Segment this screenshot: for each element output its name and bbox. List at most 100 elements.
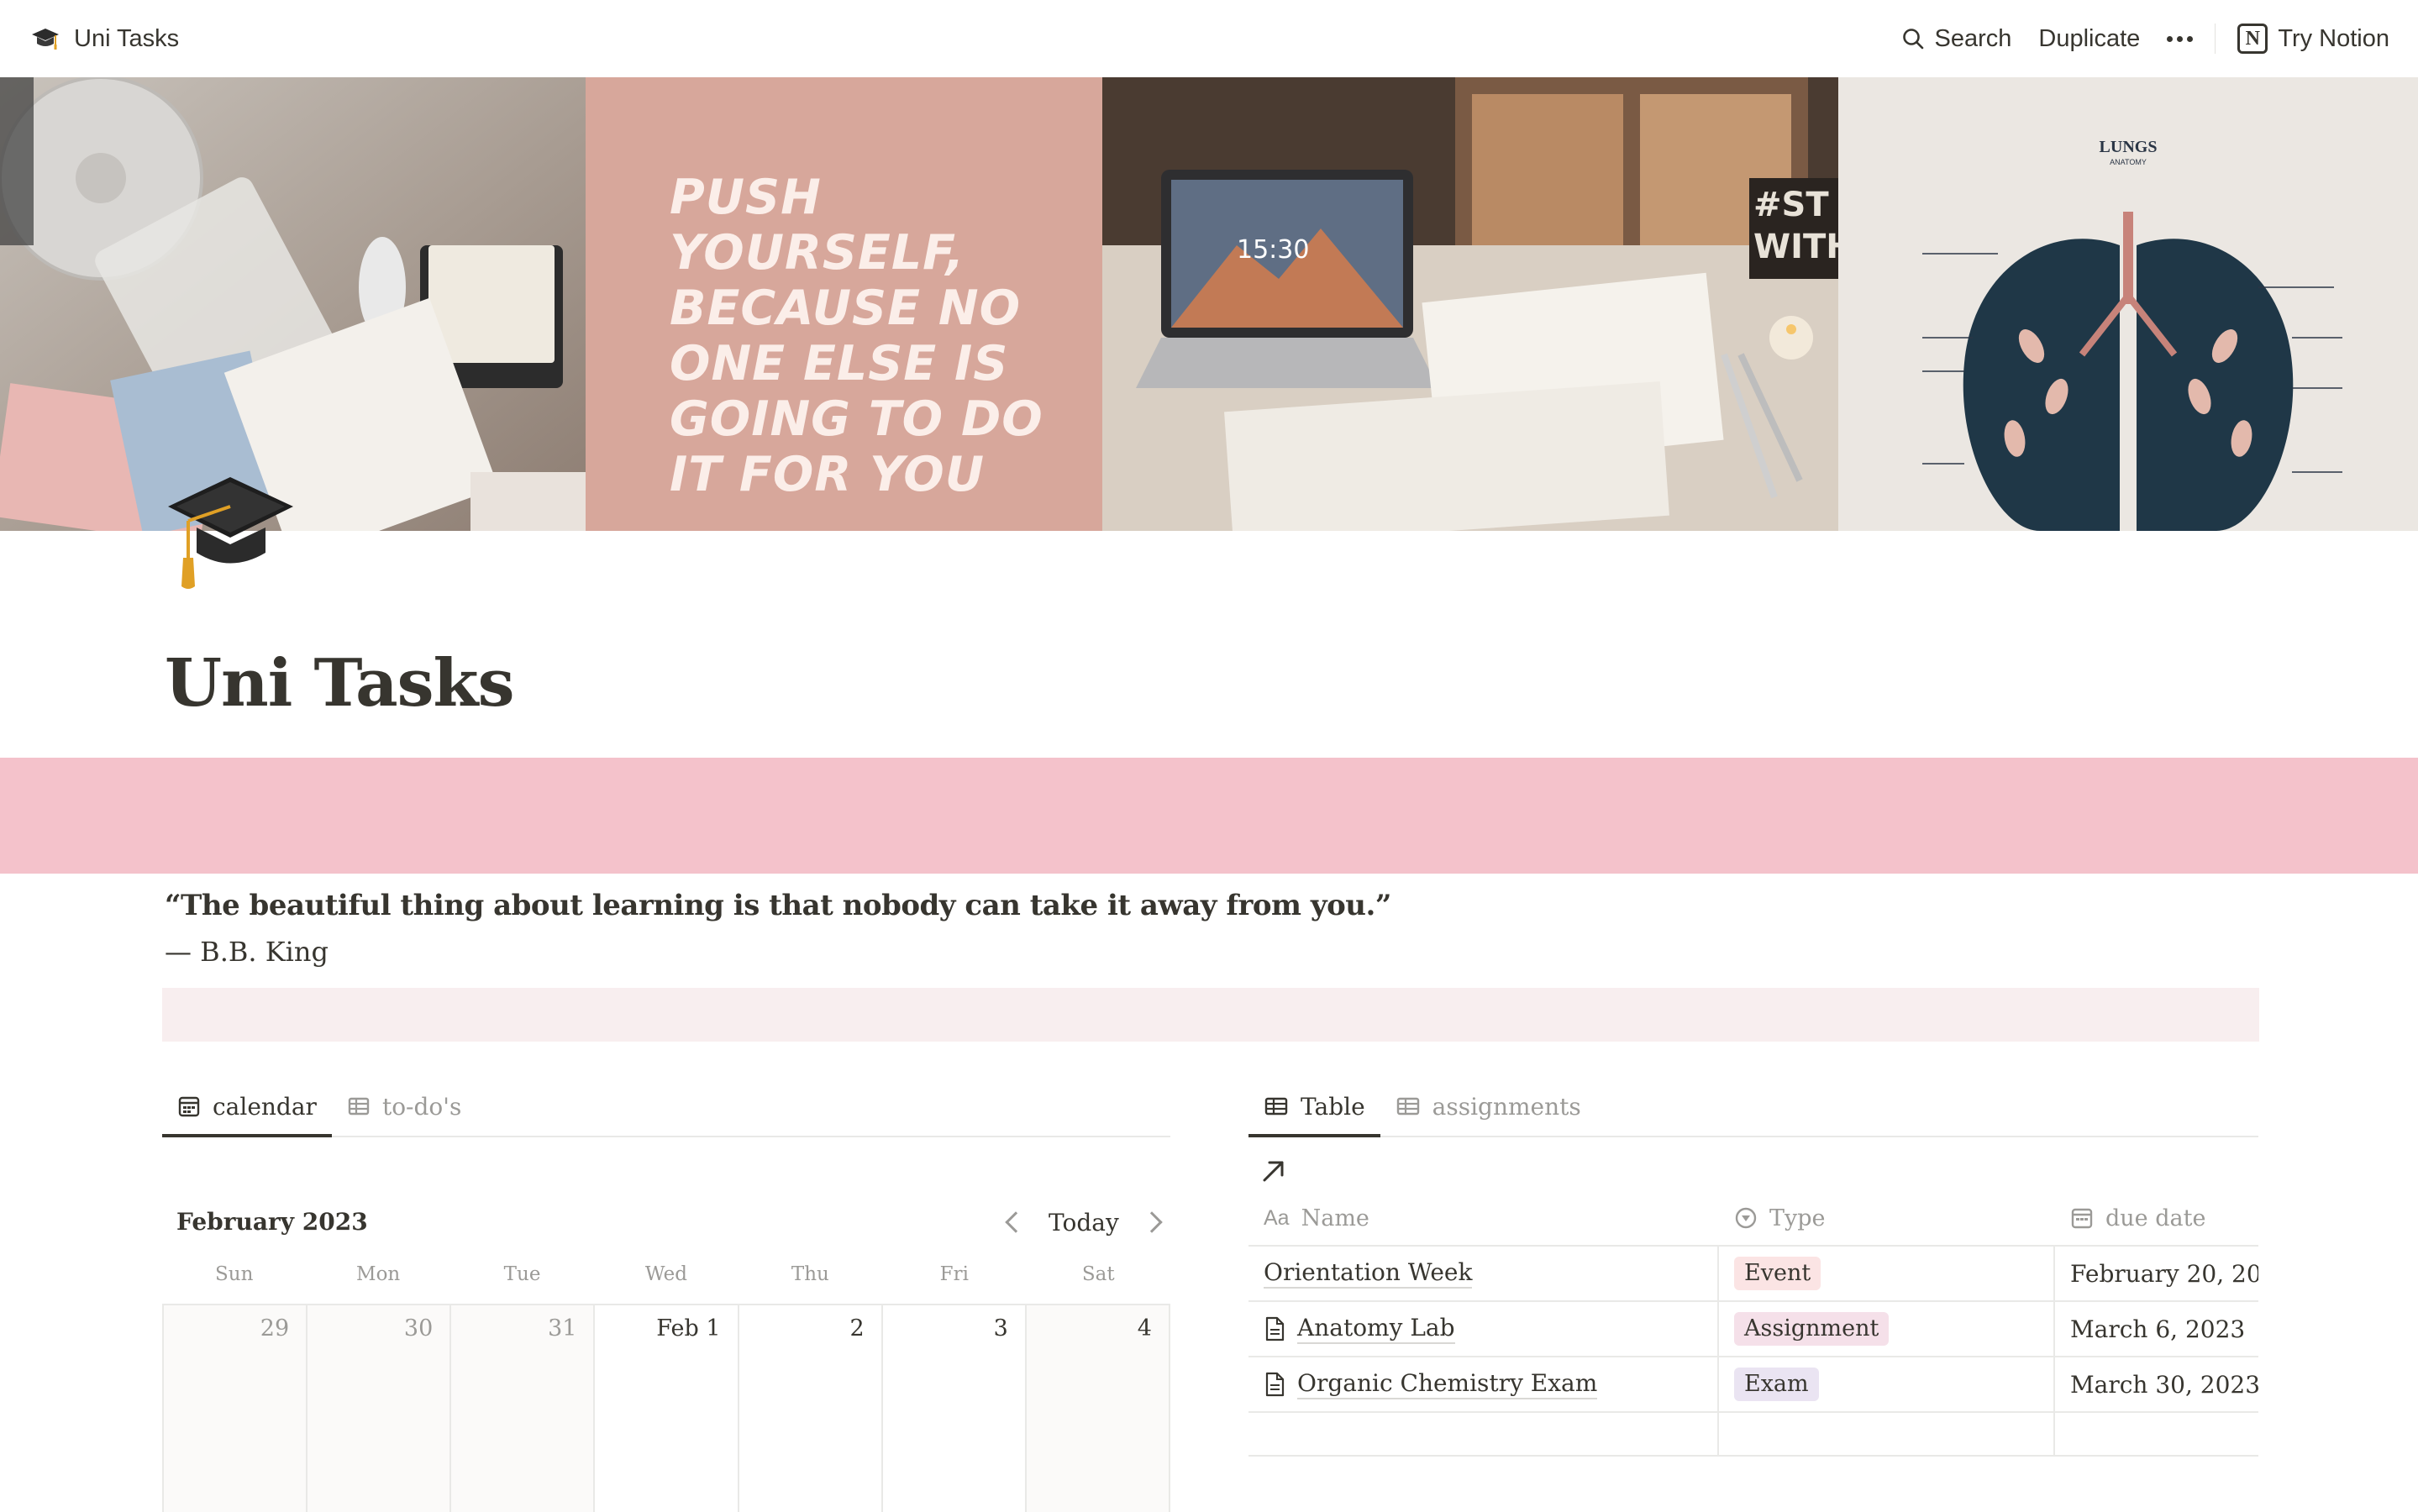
quote-text: “The beautiful thing about learning is t…: [165, 889, 1391, 922]
calendar-icon: [2071, 1208, 2093, 1229]
type-tag: Assignment: [1734, 1312, 1890, 1346]
cell-name[interactable]: Orientation Week: [1248, 1247, 1719, 1300]
row-due-date: March 6, 2023: [2070, 1315, 2246, 1343]
page-title: Uni Tasks: [165, 645, 515, 722]
row-due-date: February 20, 2023: [2070, 1259, 2258, 1288]
tab-assignments[interactable]: assignments: [1380, 1077, 1596, 1136]
cell-due-date[interactable]: February 20, 2023: [2055, 1247, 2258, 1300]
sign-text-line-1: #ST: [1753, 186, 1829, 224]
search-label: Search: [1934, 24, 2012, 52]
cell-name[interactable]: Anatomy Lab: [1248, 1302, 1719, 1356]
column-label: Type: [1769, 1205, 1826, 1231]
weekday-label: Wed: [644, 1263, 688, 1285]
weekday-label: Thu: [791, 1263, 829, 1285]
database-table: Aa Name Type due date Orientation Week E…: [1248, 1191, 2258, 1457]
weekday-label: Tue: [503, 1263, 541, 1285]
calendar-weekday-header: Sun Mon Tue Wed Thu Fri Sat: [162, 1263, 1170, 1285]
day-number: 31: [548, 1315, 577, 1341]
notion-logo-icon: N: [2237, 24, 2268, 54]
table-row[interactable]: Anatomy Lab Assignment March 6, 2023: [1248, 1302, 2258, 1357]
quote-author: — B.B. King: [165, 936, 329, 968]
try-notion-button[interactable]: N Try Notion: [2237, 24, 2389, 54]
top-bar: Uni Tasks Search Duplicate N Try Notion: [0, 0, 2418, 77]
cell-due-date[interactable]: March 6, 2023: [2055, 1302, 2258, 1356]
day-number: 4: [1137, 1315, 1152, 1341]
day-number: 30: [403, 1315, 434, 1341]
type-tag: Event: [1734, 1257, 1821, 1290]
column-label: Name: [1301, 1205, 1369, 1231]
tab-assignments-label: assignments: [1432, 1092, 1581, 1121]
chevron-right-icon[interactable]: [1141, 1211, 1163, 1233]
laptop-clock: 15:30: [1237, 235, 1309, 265]
calendar-view-tabs: calendar to-do's: [162, 1077, 1170, 1137]
weekday-label: Fri: [939, 1263, 969, 1285]
open-arrow-icon[interactable]: [1260, 1158, 1287, 1184]
light-pink-callout: [162, 988, 2259, 1042]
tab-todos[interactable]: to-do's: [332, 1077, 476, 1136]
column-header-type[interactable]: Type: [1719, 1191, 2055, 1245]
calendar-icon: [178, 1096, 200, 1117]
table-icon: [1264, 1097, 1288, 1116]
search-button[interactable]: Search: [1901, 24, 2012, 53]
cover-study-photo: 15:30 #ST WITH: [1102, 77, 1838, 531]
chevron-left-icon[interactable]: [1005, 1211, 1027, 1233]
topbar-actions: Search Duplicate N Try Notion: [1901, 18, 2389, 59]
cell-name[interactable]: [1248, 1413, 1719, 1455]
tab-calendar[interactable]: calendar: [162, 1077, 332, 1137]
calendar-day-cell[interactable]: 31: [451, 1305, 596, 1512]
table-row[interactable]: Organic Chemistry Exam Exam March 30, 20…: [1248, 1357, 2258, 1413]
row-due-date: March 30, 2023: [2070, 1370, 2258, 1399]
cell-due-date[interactable]: [2055, 1413, 2258, 1455]
type-tag: Exam: [1734, 1368, 1819, 1401]
today-button[interactable]: Today: [1049, 1209, 1119, 1236]
calendar-navigation: Today: [1005, 1201, 1163, 1243]
calendar-day-cell[interactable]: 4: [1026, 1305, 1169, 1512]
more-dots-icon[interactable]: [2167, 35, 2194, 42]
calendar-day-cell[interactable]: 3: [883, 1305, 1027, 1512]
cell-type[interactable]: Event: [1719, 1247, 2055, 1300]
weekday-label: Sat: [1081, 1263, 1115, 1285]
column-header-name[interactable]: Aa Name: [1248, 1191, 1719, 1245]
tab-calendar-label: calendar: [213, 1092, 317, 1121]
row-name: Organic Chemistry Exam: [1297, 1369, 1598, 1399]
cell-name[interactable]: Organic Chemistry Exam: [1248, 1357, 1719, 1411]
cell-due-date[interactable]: March 30, 2023: [2055, 1357, 2258, 1411]
table-row[interactable]: Orientation Week Event February 20, 2023: [1248, 1247, 2258, 1302]
calendar-grid: 29 30 31 Feb 1 2 3 4: [162, 1304, 1170, 1512]
table-row-empty[interactable]: [1248, 1413, 2258, 1457]
document-icon: [1265, 1316, 1285, 1341]
cell-type[interactable]: Exam: [1719, 1357, 2055, 1411]
table-icon: [348, 1097, 370, 1116]
column-header-due-date[interactable]: due date: [2055, 1191, 2258, 1245]
sign-text-line-2: WITH: [1753, 228, 1838, 266]
duplicate-button[interactable]: Duplicate: [2038, 25, 2140, 53]
calendar-month: February 2023: [176, 1208, 368, 1236]
cover-lungs-illustration: LUNGS ANATOMY: [1838, 77, 2418, 531]
tab-todos-label: to-do's: [381, 1092, 462, 1121]
breadcrumb-title: Uni Tasks: [74, 24, 180, 52]
calendar-day-cell[interactable]: 2: [739, 1305, 883, 1512]
cover-motivation-poster: PUSH YOURSELF, BECAUSE NO ONE ELSE IS GO…: [586, 77, 1102, 531]
row-name: Anatomy Lab: [1297, 1314, 1455, 1344]
duplicate-label: Duplicate: [2038, 24, 2141, 52]
select-property-icon: [1735, 1207, 1757, 1229]
table-header-row: Aa Name Type due date: [1248, 1191, 2258, 1247]
cell-type[interactable]: [1719, 1413, 2055, 1455]
day-number: 29: [260, 1315, 290, 1341]
table-icon: [1396, 1097, 1419, 1116]
graduation-cap-icon[interactable]: [163, 460, 297, 595]
calendar-day-cell[interactable]: 30: [308, 1305, 452, 1512]
calendar-day-cell[interactable]: 29: [164, 1305, 308, 1512]
breadcrumb[interactable]: Uni Tasks: [30, 20, 179, 57]
row-name: Orientation Week: [1264, 1258, 1473, 1289]
calendar-day-cell[interactable]: Feb 1: [595, 1305, 739, 1512]
text-property-icon: Aa: [1264, 1205, 1290, 1230]
weekday-label: Sun: [215, 1263, 254, 1285]
poster-text: PUSH YOURSELF, BECAUSE NO ONE ELSE IS GO…: [670, 170, 1043, 502]
graduation-cap-icon: [32, 29, 59, 50]
cover-image: PUSH YOURSELF, BECAUSE NO ONE ELSE IS GO…: [0, 77, 2418, 531]
cell-type[interactable]: Assignment: [1719, 1302, 2055, 1356]
search-icon: [1902, 29, 1923, 50]
try-notion-label: Try Notion: [2278, 24, 2389, 52]
tab-table[interactable]: Table: [1248, 1077, 1380, 1137]
